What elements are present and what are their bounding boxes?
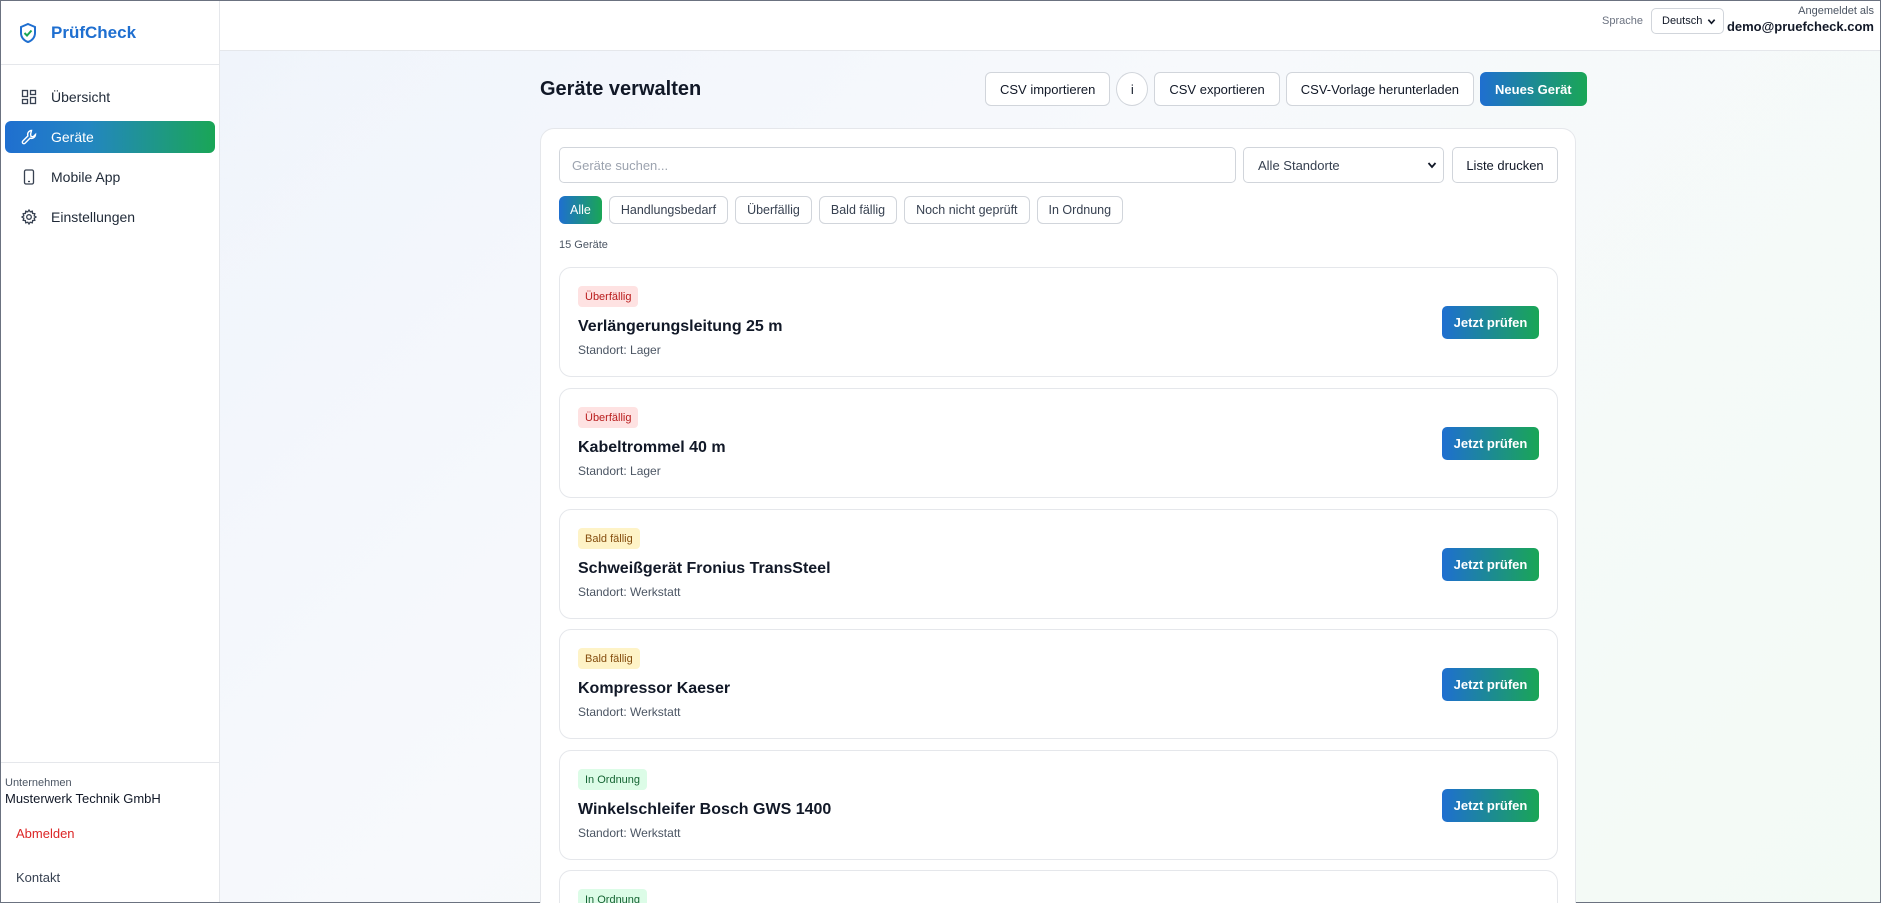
csv-import-button[interactable]: CSV importieren: [985, 72, 1111, 106]
location-select-value: Alle Standorte: [1258, 157, 1340, 173]
device-location: Standort: Werkstatt: [578, 705, 681, 719]
filter-ok[interactable]: In Ordnung: [1036, 196, 1124, 224]
filter-due-soon[interactable]: Bald fällig: [818, 196, 898, 224]
sidebar-item-geraete[interactable]: Geräte: [5, 121, 215, 153]
topbar: Sprache Deutsch Angemeldet als demo@prue…: [220, 1, 1880, 51]
status-badge: Bald fällig: [578, 528, 640, 549]
user-info: Angemeldet als demo@pruefcheck.com: [1727, 5, 1874, 34]
device-panel: Alle Standorte Liste drucken Alle Handlu…: [540, 128, 1576, 903]
sidebar-footer: Unternehmen Musterwerk Technik GmbH Abme…: [1, 762, 219, 902]
status-badge: In Ordnung: [578, 769, 648, 790]
sidebar-item-label: Geräte: [51, 129, 94, 145]
device-card[interactable]: Bald fällig Kompressor Kaeser Standort: …: [559, 629, 1558, 739]
smartphone-icon: [23, 169, 35, 185]
gear-icon: [21, 209, 37, 225]
device-name: Kabeltrommel 40 m: [578, 439, 726, 456]
company-name: Musterwerk Technik GmbH: [5, 791, 161, 806]
filter-overdue[interactable]: Überfällig: [735, 196, 812, 224]
sidebar-item-einstellungen[interactable]: Einstellungen: [5, 201, 215, 233]
sidebar-item-label: Mobile App: [51, 169, 121, 185]
search-input[interactable]: [559, 147, 1236, 183]
csv-template-button[interactable]: CSV-Vorlage herunterladen: [1285, 72, 1475, 106]
brand[interactable]: PrüfCheck: [1, 1, 219, 65]
print-list-button[interactable]: Liste drucken: [1452, 147, 1558, 183]
toolbar: CSV importieren i CSV exportieren CSV-Vo…: [985, 72, 1587, 106]
logo-icon: [20, 22, 36, 43]
sidebar-nav: Übersicht Geräte Mobile App Einstellunge…: [1, 65, 219, 233]
device-name: Kompressor Kaeser: [578, 680, 731, 697]
check-now-button[interactable]: Jetzt prüfen: [1442, 306, 1539, 339]
sidebar-item-label: Übersicht: [51, 89, 111, 105]
user-email: demo@pruefcheck.com: [1726, 19, 1874, 34]
check-now-button[interactable]: Jetzt prüfen: [1442, 668, 1539, 701]
device-name: Schweißgerät Fronius TransSteel: [578, 560, 831, 577]
wrench-icon: [21, 129, 37, 145]
device-count: 15 Geräte: [559, 239, 608, 251]
device-name: Verlängerungsleitung 25 m: [578, 318, 783, 335]
filter-not-checked[interactable]: Noch nicht geprüft: [904, 196, 1030, 224]
status-badge: Überfällig: [578, 407, 639, 428]
language-label: Sprache: [1602, 15, 1643, 27]
status-badge: Überfällig: [578, 286, 639, 307]
device-location: Standort: Werkstatt: [578, 585, 681, 599]
chevron-down-icon: [1707, 18, 1716, 25]
device-card[interactable]: Überfällig Kabeltrommel 40 m Standort: L…: [559, 388, 1558, 498]
check-now-button[interactable]: Jetzt prüfen: [1442, 427, 1539, 460]
page-title: Geräte verwalten: [540, 78, 702, 100]
logout-link[interactable]: Abmelden: [16, 826, 215, 841]
filter-action-needed[interactable]: Handlungsbedarf: [608, 196, 729, 224]
status-filters: Alle Handlungsbedarf Überfällig Bald fäl…: [559, 196, 1124, 224]
chevron-down-icon: [1427, 162, 1437, 169]
check-now-button[interactable]: Jetzt prüfen: [1442, 789, 1539, 822]
filter-all[interactable]: Alle: [559, 196, 602, 224]
user-label: Angemeldet als: [1798, 5, 1874, 17]
device-location: Standort: Lager: [578, 464, 661, 478]
device-card[interactable]: Überfällig Verlängerungsleitung 25 m Sta…: [559, 267, 1558, 377]
csv-export-button[interactable]: CSV exportieren: [1154, 72, 1280, 106]
status-badge: Bald fällig: [578, 648, 640, 669]
device-card[interactable]: Bald fällig Schweißgerät Fronius TransSt…: [559, 509, 1558, 619]
status-badge: In Ordnung: [578, 889, 648, 903]
language-select[interactable]: Deutsch: [1651, 8, 1724, 34]
device-location: Standort: Werkstatt: [578, 826, 681, 840]
grid-icon: [21, 89, 37, 105]
sidebar-item-label: Einstellungen: [51, 209, 136, 225]
language-value: Deutsch: [1662, 15, 1703, 27]
contact-link[interactable]: Kontakt: [16, 870, 215, 885]
sidebar: PrüfCheck Übersicht Geräte Mobile App Ei…: [1, 1, 220, 902]
device-card[interactable]: In Ordnung Winkelschleifer Bosch GWS 140…: [559, 750, 1558, 860]
app-name: PrüfCheck: [51, 22, 137, 42]
device-location: Standort: Lager: [578, 343, 661, 357]
device-name: Winkelschleifer Bosch GWS 1400: [578, 801, 832, 818]
sidebar-item-mobile-app[interactable]: Mobile App: [5, 161, 215, 193]
new-device-button[interactable]: Neues Gerät: [1480, 72, 1587, 106]
company-label: Unternehmen: [5, 777, 72, 789]
info-button[interactable]: i: [1116, 72, 1149, 106]
device-card[interactable]: In Ordnung: [559, 870, 1558, 903]
check-now-button[interactable]: Jetzt prüfen: [1442, 548, 1539, 581]
location-select[interactable]: Alle Standorte: [1243, 147, 1444, 183]
sidebar-item-uebersicht[interactable]: Übersicht: [5, 81, 215, 113]
